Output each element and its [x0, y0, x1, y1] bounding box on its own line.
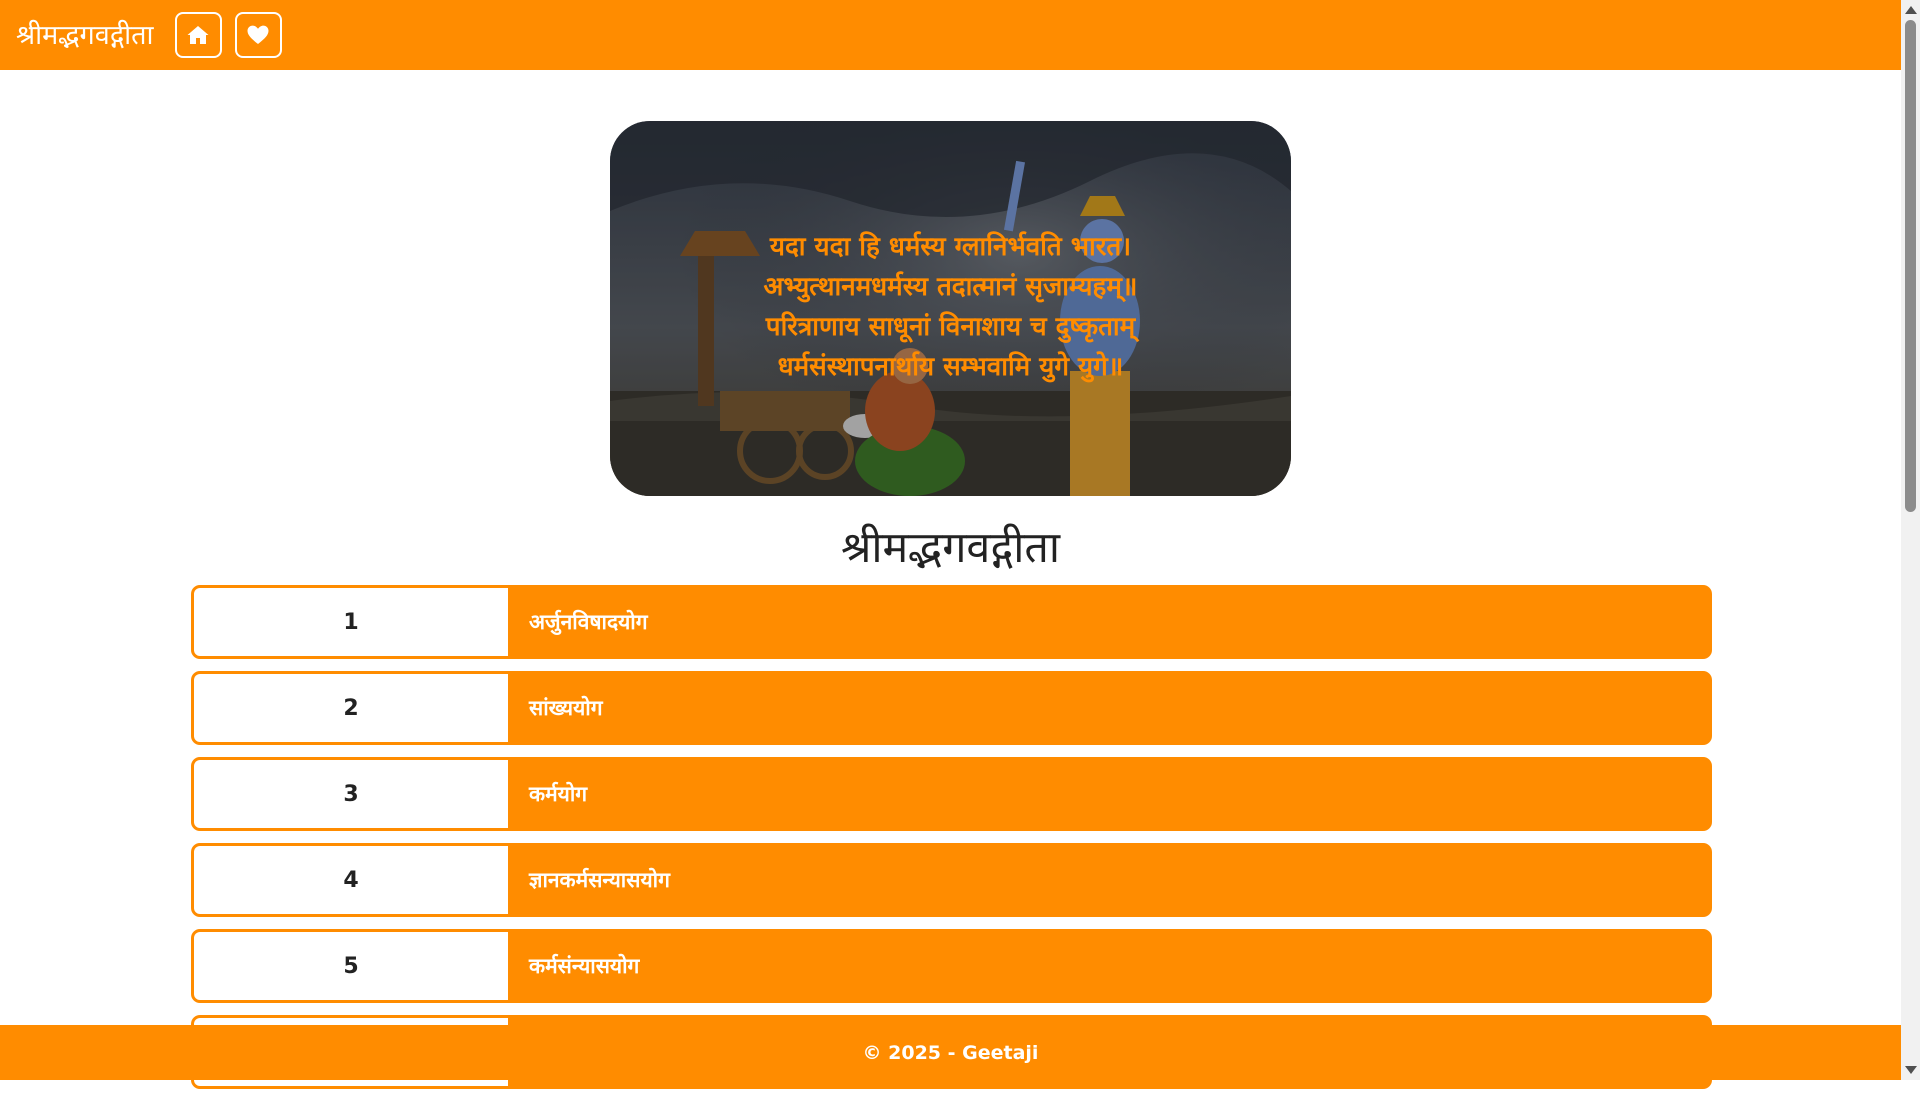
- footer-text: © 2025 - Geetaji: [862, 1041, 1039, 1064]
- page-scrollbar[interactable]: [1901, 0, 1920, 1080]
- chapter-item-1[interactable]: 1 अर्जुनविषादयोग: [191, 585, 1712, 659]
- footer: © 2025 - Geetaji: [0, 1025, 1901, 1080]
- scroll-down-arrow-icon[interactable]: [1905, 1066, 1917, 1074]
- chapter-number: 2: [194, 674, 508, 742]
- hero-banner: यदा यदा हि धर्मस्य ग्लानिर्भवति भारत। अभ…: [610, 121, 1291, 496]
- chapter-name: कर्मसंन्यासयोग: [508, 932, 1709, 1000]
- scroll-up-arrow-icon[interactable]: [1905, 6, 1917, 14]
- chapter-number: 3: [194, 760, 508, 828]
- shloka-line: अभ्युत्थानमधर्मस्य तदात्मानं सृजाम्यहम्॥: [763, 272, 1138, 302]
- brand-title[interactable]: श्रीमद्भगवद्गीता: [16, 22, 154, 49]
- top-navbar: श्रीमद्भगवद्गीता: [0, 0, 1901, 70]
- chapter-item-4[interactable]: 4 ज्ञानकर्मसन्यासयोग: [191, 843, 1712, 917]
- chapter-number: 4: [194, 846, 508, 914]
- home-icon: [187, 26, 209, 44]
- chapter-number: 1: [194, 588, 508, 656]
- shloka-line: यदा यदा हि धर्मस्य ग्लानिर्भवति भारत।: [769, 232, 1132, 262]
- chapter-name: ज्ञानकर्मसन्यासयोग: [508, 846, 1709, 914]
- shloka-line: परित्राणाय साधूनां विनाशाय च दुष्कृताम्: [765, 312, 1136, 342]
- shloka-text: यदा यदा हि धर्मस्य ग्लानिर्भवति भारत। अभ…: [610, 227, 1291, 387]
- chapter-number: 5: [194, 932, 508, 1000]
- favorites-button[interactable]: [234, 12, 282, 58]
- chapter-name: कर्मयोग: [508, 760, 1709, 828]
- chapter-name: सांख्ययोग: [508, 674, 1709, 742]
- chapter-name: अर्जुनविषादयोग: [508, 588, 1709, 656]
- scrollbar-thumb[interactable]: [1905, 20, 1916, 512]
- home-button[interactable]: [174, 12, 222, 58]
- chapter-item-3[interactable]: 3 कर्मयोग: [191, 757, 1712, 831]
- page-title: श्रीमद्भगवद्गीता: [840, 523, 1061, 573]
- chapter-item-5[interactable]: 5 कर्मसंन्यासयोग: [191, 929, 1712, 1003]
- chapter-item-2[interactable]: 2 सांख्ययोग: [191, 671, 1712, 745]
- chapter-list: 1 अर्जुनविषादयोग 2 सांख्ययोग 3 कर्मयोग 4…: [191, 585, 1712, 1101]
- heart-icon: [247, 25, 269, 44]
- shloka-line: धर्मसंस्थापनार्थाय सम्भवामि युगे युगे॥: [777, 352, 1124, 382]
